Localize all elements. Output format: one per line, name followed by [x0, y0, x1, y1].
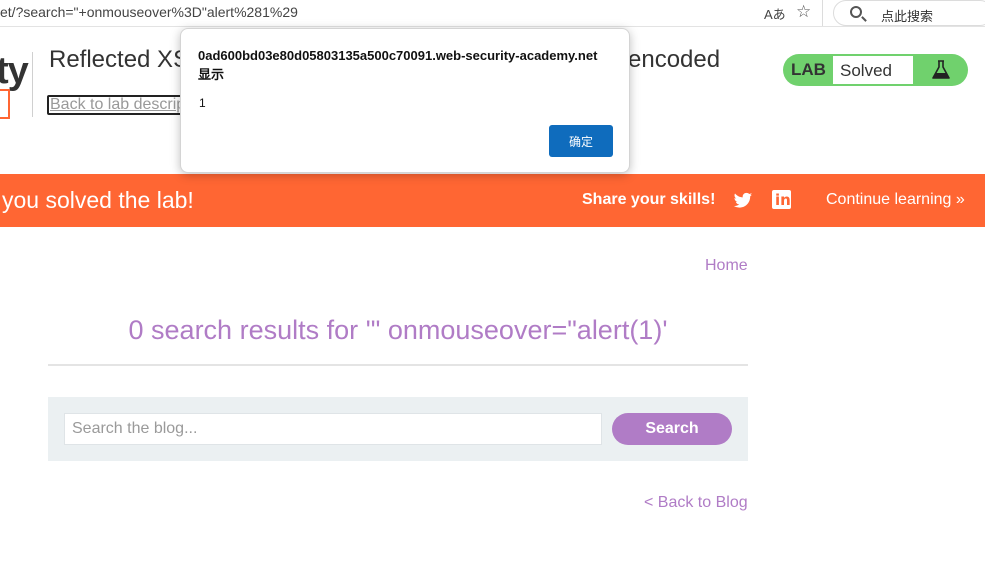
browser-search-box[interactable]: 点此搜索	[833, 0, 985, 26]
twitter-icon[interactable]	[733, 190, 753, 210]
continue-learning-link[interactable]: Continue learning »	[826, 191, 965, 209]
lab-title-tail: -encoded	[620, 46, 721, 73]
alert-origin: 0ad600bd03e80d05803135a500c70091.web-sec…	[198, 48, 598, 82]
search-button[interactable]: Search	[612, 413, 732, 445]
address-bar: et/?search="+onmouseover%3D"alert%281%29…	[0, 0, 985, 27]
academy-logo[interactable]: ty	[0, 50, 29, 93]
url-field[interactable]: et/?search="+onmouseover%3D"alert%281%29	[0, 4, 298, 20]
browser-viewport: et/?search="+onmouseover%3D"alert%281%29…	[0, 0, 985, 575]
alert-message: 1	[199, 96, 206, 110]
toolbar-divider	[822, 0, 823, 26]
alert-ok-button[interactable]: 确定	[549, 125, 613, 157]
logo-mark	[0, 89, 10, 119]
search-icon	[850, 6, 862, 18]
home-link[interactable]: Home	[705, 257, 748, 275]
solved-banner: you solved the lab! Share your skills! i…	[0, 174, 985, 227]
favorite-star-icon[interactable]: ☆	[796, 2, 811, 22]
back-to-blog-link[interactable]: < Back to Blog	[644, 494, 748, 512]
solved-message: you solved the lab!	[2, 187, 194, 213]
heading-divider	[48, 364, 748, 366]
share-label: Share your skills!	[582, 191, 716, 208]
blog-search-input[interactable]	[64, 413, 602, 445]
lab-status-badge: LAB Solved	[783, 54, 968, 86]
alert-dialog: 0ad600bd03e80d05803135a500c70091.web-sec…	[180, 28, 630, 173]
header-divider	[32, 52, 33, 117]
status-value-box: Solved	[833, 56, 913, 84]
flask-icon	[932, 60, 950, 79]
linkedin-icon[interactable]: in	[772, 190, 791, 209]
search-results-heading: 0 search results for '" onmouseover="ale…	[128, 315, 668, 345]
status-label: LAB	[791, 60, 826, 79]
status-value: Solved	[840, 61, 892, 80]
back-to-lab-description-link[interactable]: Back to lab description	[47, 95, 187, 115]
blog-search-panel: Search	[48, 397, 748, 461]
lab-title: Reflected XS	[49, 46, 190, 73]
browser-search-placeholder: 点此搜索	[881, 9, 934, 24]
read-aloud-icon[interactable]: Aあ	[764, 4, 786, 23]
